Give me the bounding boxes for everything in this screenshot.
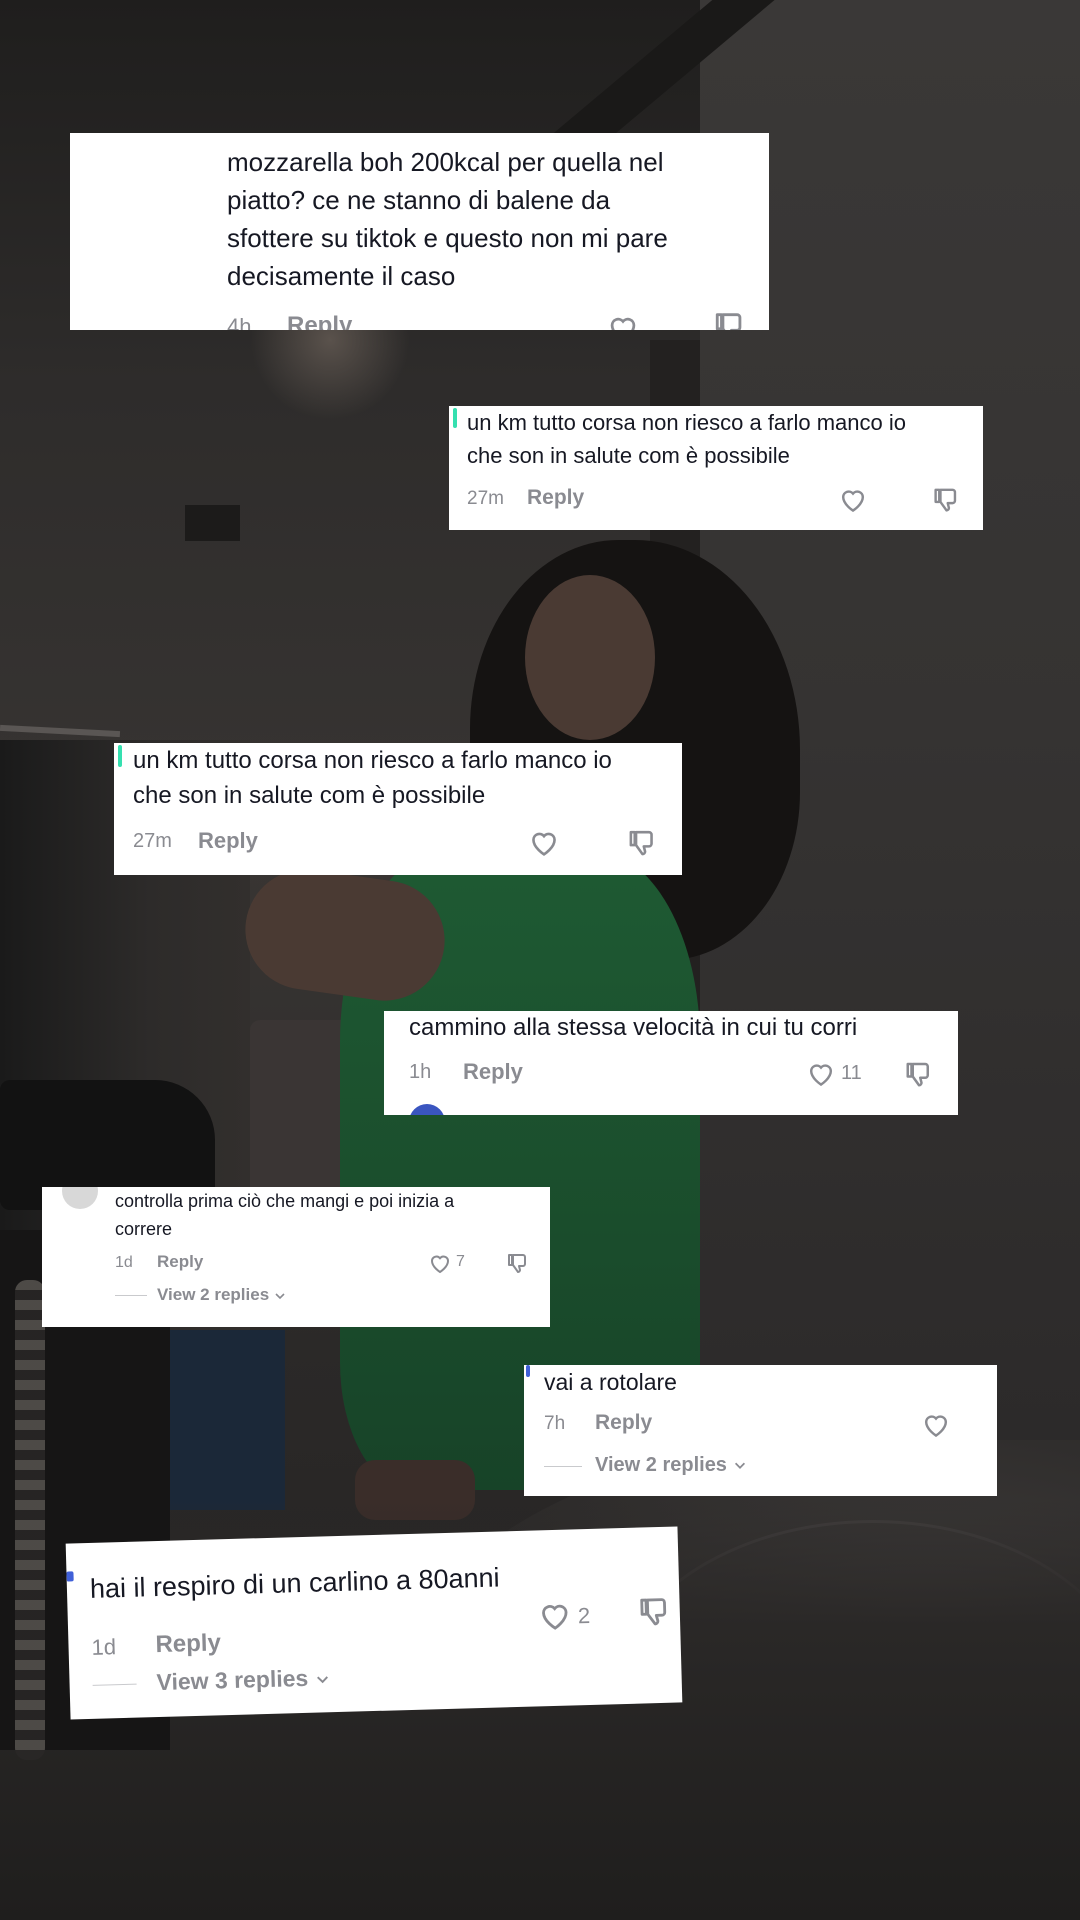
comment-text: hai il respiro di un carlino a 80anni xyxy=(89,1559,500,1606)
reply-button[interactable]: Reply xyxy=(527,486,584,510)
comment-text-line: hai il respiro di un carlino a 80anni xyxy=(89,1562,500,1604)
chevron-down-icon xyxy=(317,1676,329,1684)
like-count: 11 xyxy=(841,1062,862,1084)
comment-card: un km tutto corsa non riesco a farlo man… xyxy=(114,743,682,875)
heart-outline-icon[interactable] xyxy=(537,1599,572,1631)
reply-button[interactable]: Reply xyxy=(155,1629,221,1659)
comment-text-line: piatto? ce ne stanno di balene da xyxy=(227,185,611,215)
comment-text-line: che son in salute com è possibile xyxy=(133,782,486,809)
view-replies-label: View 3 replies xyxy=(156,1664,309,1696)
replies-divider xyxy=(92,1683,137,1686)
thread-line xyxy=(526,1365,530,1377)
thumbs-down-outline-icon[interactable] xyxy=(627,827,658,858)
comment-card: controlla prima ciò che mangi e poi iniz… xyxy=(42,1187,550,1327)
reply-button[interactable]: Reply xyxy=(287,312,352,330)
comment-text: cammino alla stessa velocità in cui tu c… xyxy=(409,1011,857,1045)
comment-text-line: un km tutto corsa non riesco a farlo man… xyxy=(467,410,906,435)
comment-time: 27m xyxy=(133,830,172,852)
view-replies-button[interactable]: View 2 replies xyxy=(157,1285,286,1305)
chevron-down-icon xyxy=(734,1462,745,1470)
heart-outline-icon[interactable] xyxy=(606,313,640,330)
comment-time: 1d xyxy=(115,1254,133,1271)
comment-time: 1d xyxy=(91,1634,117,1660)
comment-text: controlla prima ciò che mangi e poi iniz… xyxy=(115,1187,454,1243)
comment-text: mozzarella boh 200kcal per quella nel pi… xyxy=(227,143,668,295)
heart-outline-icon[interactable] xyxy=(921,1411,951,1438)
view-replies-label: View 2 replies xyxy=(595,1454,727,1476)
reply-button[interactable]: Reply xyxy=(463,1059,523,1085)
thread-line xyxy=(453,408,457,428)
comment-text-line: mozzarella boh 200kcal per quella nel xyxy=(227,147,664,177)
comment-time: 4h xyxy=(227,314,252,330)
heart-outline-icon[interactable] xyxy=(528,828,560,857)
comment-time: 7h xyxy=(544,1413,566,1434)
comment-time: 27m xyxy=(467,488,504,509)
comment-card: hai il respiro di un carlino a 80anni 1d… xyxy=(65,1526,683,1720)
replies-divider xyxy=(115,1295,147,1296)
heart-outline-icon[interactable] xyxy=(428,1252,452,1274)
comment-text-line: vai a rotolare xyxy=(544,1369,677,1395)
thumbs-down-outline-icon[interactable] xyxy=(713,309,747,330)
thumbs-down-outline-icon[interactable] xyxy=(904,1059,934,1089)
chevron-down-icon xyxy=(275,1292,285,1299)
like-count: 7 xyxy=(456,1253,465,1270)
reply-button[interactable]: Reply xyxy=(595,1411,652,1435)
comment-card: un km tutto corsa non riesco a farlo man… xyxy=(449,406,983,530)
view-replies-button[interactable]: View 2 replies xyxy=(595,1454,747,1477)
comment-text: un km tutto corsa non riesco a farlo man… xyxy=(133,743,612,813)
thread-line xyxy=(66,1571,74,1582)
heart-outline-icon[interactable] xyxy=(838,486,868,513)
comment-text-line: decisamente il caso xyxy=(227,261,456,291)
comment-text-line: cammino alla stessa velocità in cui tu c… xyxy=(409,1014,858,1041)
reply-button[interactable]: Reply xyxy=(157,1252,203,1272)
comment-card: vai a rotolare 7h Reply View 2 replies xyxy=(524,1365,997,1496)
comment-text: un km tutto corsa non riesco a farlo man… xyxy=(467,406,906,472)
comment-text-line: un km tutto corsa non riesco a farlo man… xyxy=(133,747,612,774)
heart-outline-icon[interactable] xyxy=(806,1060,836,1087)
comment-text-line: correre xyxy=(115,1219,173,1239)
comment-card: mozzarella boh 200kcal per quella nel pi… xyxy=(70,133,769,330)
comment-card: cammino alla stessa velocità in cui tu c… xyxy=(384,1011,958,1115)
avatar[interactable] xyxy=(62,1187,98,1209)
thumbs-down-outline-icon[interactable] xyxy=(932,485,961,514)
comment-text-line: sfottere su tiktok e questo non mi pare xyxy=(227,223,668,253)
comment-text-line: controlla prima ciò che mangi e poi iniz… xyxy=(115,1191,455,1211)
comment-text: vai a rotolare xyxy=(544,1366,677,1398)
view-replies-label: View 2 replies xyxy=(157,1285,270,1304)
thumbs-down-outline-icon[interactable] xyxy=(637,1594,672,1629)
view-replies-button[interactable]: View 3 replies xyxy=(156,1664,331,1696)
thread-line xyxy=(118,745,122,767)
bag-chain xyxy=(15,1280,45,1760)
comment-time: 1h xyxy=(409,1061,432,1083)
reply-button[interactable]: Reply xyxy=(198,828,258,854)
replies-divider xyxy=(544,1466,582,1467)
like-count: 2 xyxy=(577,1602,591,1629)
face xyxy=(525,575,655,740)
avatar[interactable] xyxy=(409,1104,445,1115)
thumbs-down-outline-icon[interactable] xyxy=(506,1251,530,1275)
comment-text-line: che son in salute com è possibile xyxy=(467,443,790,468)
